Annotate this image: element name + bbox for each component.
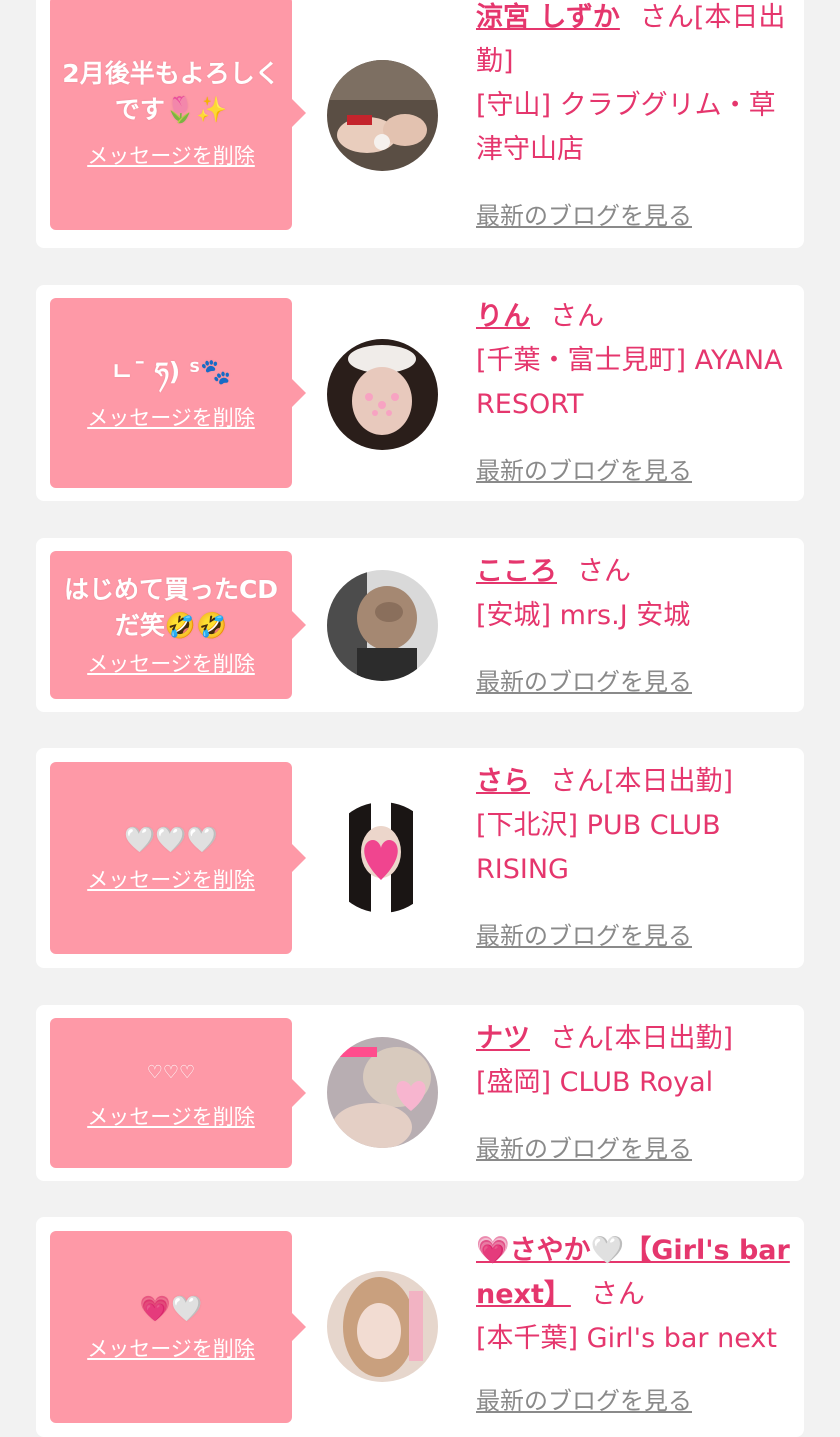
girl-name-link[interactable]: 涼宮 しずか [476,2,620,33]
message-text: 🤍🤍🤍 [124,825,218,854]
message-card: はじめて買ったCDだ笑🤣🤣 メッセージを削除 こころ さん [安城] mrs.J … [36,538,804,712]
status-badge: [本日出勤] [604,766,734,797]
shop-name: [下北沢] PUB CLUB RISING [476,810,721,885]
message-list: 2月後半もよろしくです🌷✨ メッセージを削除 涼宮 しずか さん[本日出勤] [守… [0,0,840,1437]
message-bubble: はじめて買ったCDだ笑🤣🤣 メッセージを削除 [50,551,306,699]
delete-message-button[interactable]: メッセージを削除 [87,1333,255,1363]
blog-link[interactable]: 最新のブログを見る [476,1129,692,1164]
message-text: ♡♡♡ [146,1062,196,1083]
girl-info: りん さん [千葉・富士見町] AYANA RESORT [476,295,796,427]
honorific: さん [590,1279,645,1310]
delete-message-button[interactable]: メッセージを削除 [87,648,255,678]
honorific: さん [550,1023,604,1054]
girl-info: こころ さん [安城] mrs.J 安城 [476,550,796,638]
status-badge: [本日出勤] [604,1023,734,1054]
shop-name: [本千葉] Girl's bar next [476,1323,777,1354]
avatar[interactable] [327,570,438,681]
blog-link[interactable]: 最新のブログを見る [476,196,692,231]
shop-name: [千葉・富士見町] AYANA RESORT [476,345,783,420]
shop-name: [安城] mrs.J 安城 [476,600,691,631]
girl-name-link[interactable]: りん [476,301,530,332]
delete-message-button[interactable]: メッセージを削除 [87,402,255,432]
message-card: 🤍🤍🤍 メッセージを削除 さら さん[本日出勤] [下北沢] PUB CLUB R… [36,748,804,968]
message-bubble: 2月後半もよろしくです🌷✨ メッセージを削除 [50,0,306,230]
girl-name-link[interactable]: こころ [476,556,557,587]
message-text: ㄴ¯ ཧ) ᔆ🐾 [110,357,232,386]
honorific: さん [550,766,604,797]
shop-name: [守山] クラブグリム・草津守山店 [476,90,776,165]
avatar[interactable] [327,60,438,171]
avatar[interactable] [327,339,438,450]
message-card: ♡♡♡ メッセージを削除 ナツ さん[本日出勤] [盛岡] CLUB Royal … [36,1005,804,1181]
avatar[interactable] [327,1271,438,1382]
message-text: 2月後半もよろしくです🌷✨ [62,59,280,124]
message-bubble: ♡♡♡ メッセージを削除 [50,1018,306,1168]
honorific: さん [550,301,604,332]
blog-link[interactable]: 最新のブログを見る [476,916,692,951]
girl-info: 涼宮 しずか さん[本日出勤] [守山] クラブグリム・草津守山店 [476,0,796,172]
girl-info: ナツ さん[本日出勤] [盛岡] CLUB Royal [476,1017,796,1105]
message-card: 2月後半もよろしくです🌷✨ メッセージを削除 涼宮 しずか さん[本日出勤] [守… [36,0,804,248]
blog-link[interactable]: 最新のブログを見る [476,451,692,486]
girl-name-link[interactable]: ナツ [476,1023,530,1054]
honorific: さん [639,2,694,33]
girl-name-link[interactable]: さら [476,766,530,797]
delete-message-button[interactable]: メッセージを削除 [87,1101,255,1131]
message-text: はじめて買ったCDだ笑🤣🤣 [63,575,279,640]
message-bubble: 🤍🤍🤍 メッセージを削除 [50,762,306,954]
message-card: ㄴ¯ ཧ) ᔆ🐾 メッセージを削除 りん さん [千葉・富士見町] AYANA R… [36,285,804,501]
avatar[interactable] [327,1037,438,1148]
avatar[interactable] [327,802,438,913]
honorific: さん [577,556,631,587]
girl-info: 💗さやか🤍【Girl's bar next】 さん [本千葉] Girl's ba… [476,1229,796,1361]
message-card: 💗🤍 メッセージを削除 💗さやか🤍【Girl's bar next】 さん [本千… [36,1217,804,1437]
delete-message-button[interactable]: メッセージを削除 [87,140,255,170]
delete-message-button[interactable]: メッセージを削除 [87,864,255,894]
blog-link[interactable]: 最新のブログを見る [476,1381,692,1416]
message-bubble: 💗🤍 メッセージを削除 [50,1231,306,1423]
shop-name: [盛岡] CLUB Royal [476,1067,714,1098]
message-text: 💗🤍 [139,1294,203,1323]
girl-info: さら さん[本日出勤] [下北沢] PUB CLUB RISING [476,760,796,892]
blog-link[interactable]: 最新のブログを見る [476,662,692,697]
message-bubble: ㄴ¯ ཧ) ᔆ🐾 メッセージを削除 [50,298,306,488]
